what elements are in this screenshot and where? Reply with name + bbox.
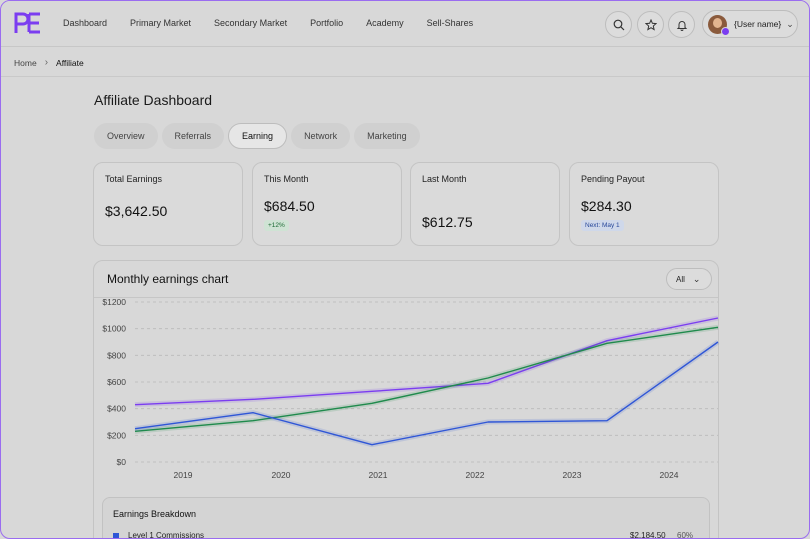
y-tick-label: $800 [107,350,126,360]
y-tick-label: $0 [117,457,127,467]
earnings-breakdown-panel: Earnings Breakdown Level 1 Commissions $… [102,497,710,539]
breakdown-title: Earnings Breakdown [113,509,197,519]
breakdown-label: Level 1 Commissions [128,531,205,539]
x-tick-label: 2024 [660,470,679,480]
y-tick-label: $200 [107,430,126,440]
breakdown-percent: 60% [677,531,694,539]
x-tick-label: 2021 [369,470,388,480]
y-tick-label: $400 [107,404,126,414]
y-tick-label: $1000 [102,324,126,334]
x-tick-label: 2020 [272,470,291,480]
breakdown-amount: $2,184.50 [630,531,666,539]
x-tick-label: 2019 [174,470,193,480]
y-tick-label: $600 [107,377,126,387]
x-tick-label: 2022 [466,470,485,480]
earnings-line-chart: $0 $200 $400 $600 $800 $1000 $1200 2019 2020 2021… [102,297,720,480]
x-tick-label: 2023 [563,470,582,480]
y-tick-label: $1200 [102,297,126,307]
app-window: Dashboard Primary Market Secondary Marke… [0,0,810,539]
legend-swatch [113,532,119,538]
breakdown-row: Level 1 Commissions $2,184.50 60% [113,531,701,539]
